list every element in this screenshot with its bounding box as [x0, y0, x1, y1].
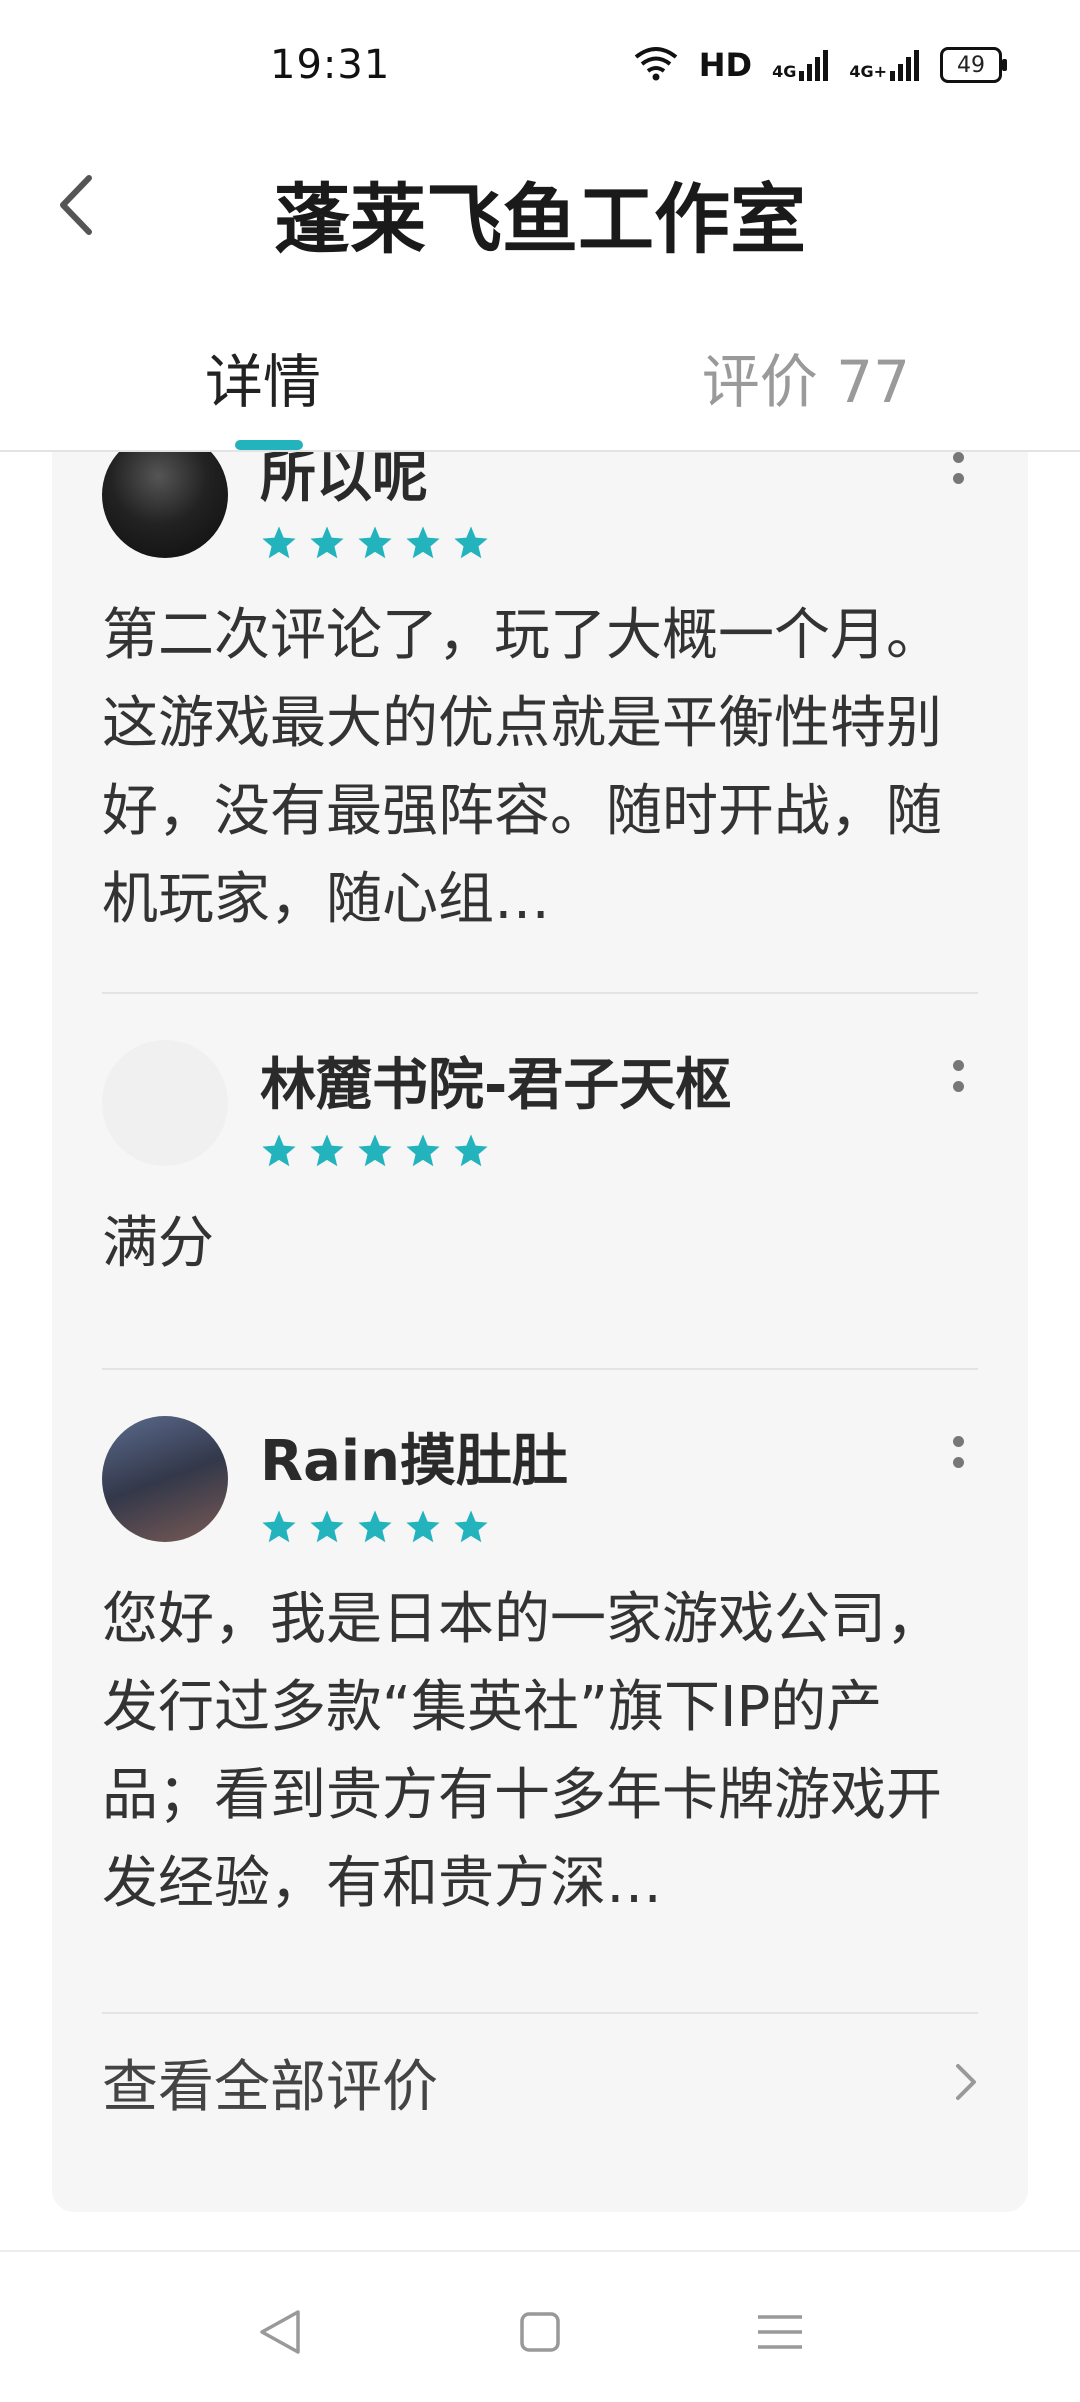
tab-bar: 详情 评价 77	[0, 300, 1080, 452]
nav-menu-button[interactable]	[750, 2302, 810, 2362]
status-icons: HD 4G 4G+ 49	[633, 40, 1007, 90]
home-square-icon	[520, 2312, 560, 2352]
chevron-right-icon	[956, 2064, 976, 2100]
battery-icon: 49	[940, 47, 1007, 83]
star-icon	[358, 1510, 392, 1543]
reviews-card: 所以呢 第二次评论了，玩了大概一个月。这游戏最大的优点就是平衡性特别好，没有最强…	[52, 452, 1028, 2212]
review-item: 林麓书院-君子天枢 满分	[102, 1040, 978, 1340]
star-icon	[454, 1510, 488, 1543]
star-icon	[358, 526, 392, 559]
divider	[102, 2012, 978, 2014]
avatar[interactable]	[102, 1040, 228, 1166]
more-dot-icon	[952, 1081, 964, 1092]
star-icon	[310, 1134, 344, 1167]
star-icon	[406, 1510, 440, 1543]
status-time: 19:31	[270, 42, 391, 88]
star-icon	[454, 1134, 488, 1167]
reviewer-name: 所以呢	[260, 452, 428, 510]
nav-back-button[interactable]	[250, 2302, 310, 2362]
star-icon	[262, 1134, 296, 1167]
header: 蓬莱飞鱼工作室	[0, 120, 1080, 300]
tab-reviews[interactable]: 评价 77	[702, 335, 910, 419]
see-all-label: 查看全部评价	[102, 2054, 438, 2120]
star-icon	[406, 1134, 440, 1167]
system-nav-bar	[0, 2250, 1080, 2402]
more-options-button[interactable]	[938, 1046, 978, 1106]
more-dot-icon	[952, 1457, 964, 1468]
avatar[interactable]	[102, 1416, 228, 1542]
avatar[interactable]	[102, 452, 228, 558]
star-icon	[454, 526, 488, 559]
reviewer-name: 林麓书院-君子天枢	[260, 1053, 732, 1118]
more-options-button[interactable]	[938, 1422, 978, 1482]
review-text[interactable]: 您好，我是日本的一家游戏公司，发行过多款“集英社”旗下IP的产品；看到贵方有十多…	[102, 1576, 978, 1928]
review-item: 所以呢 第二次评论了，玩了大概一个月。这游戏最大的优点就是平衡性特别好，没有最强…	[102, 452, 978, 972]
star-icon	[406, 526, 440, 559]
star-icon	[358, 1134, 392, 1167]
tab-details[interactable]: 详情	[205, 335, 321, 419]
more-options-button[interactable]	[938, 452, 978, 498]
back-triangle-icon	[260, 2310, 300, 2354]
more-dot-icon	[952, 473, 964, 484]
review-text[interactable]: 第二次评论了，玩了大概一个月。这游戏最大的优点就是平衡性特别好，没有最强阵容。随…	[102, 592, 978, 944]
star-rating	[260, 1132, 490, 1170]
star-icon	[262, 526, 296, 559]
divider	[102, 1368, 978, 1370]
signal-icon: 4G+	[849, 49, 920, 81]
star-rating	[260, 524, 490, 562]
star-icon	[262, 1510, 296, 1543]
nav-home-button[interactable]	[510, 2302, 570, 2362]
network-label: HD	[698, 46, 753, 84]
see-all-reviews-link[interactable]: 查看全部评价	[102, 2032, 978, 2132]
wifi-icon	[633, 45, 679, 85]
star-icon	[310, 526, 344, 559]
reviewer-name: Rain摸肚肚	[260, 1429, 568, 1494]
more-dot-icon	[952, 1436, 964, 1447]
divider	[102, 992, 978, 994]
star-icon	[310, 1510, 344, 1543]
star-rating	[260, 1508, 490, 1546]
review-text[interactable]: 满分	[102, 1200, 978, 1288]
reviews-scroll-area[interactable]: 所以呢 第二次评论了，玩了大概一个月。这游戏最大的优点就是平衡性特别好，没有最强…	[0, 452, 1080, 2212]
page-title: 蓬莱飞鱼工作室	[274, 175, 806, 264]
menu-lines-icon	[758, 2315, 802, 2349]
tab-indicator	[235, 440, 303, 450]
more-dot-icon	[952, 452, 964, 463]
status-bar: 19:31 HD 4G 4G+ 49	[0, 0, 1080, 120]
review-item: Rain摸肚肚 您好，我是日本的一家游戏公司，发行过多款“集英社”旗下IP的产品…	[102, 1416, 978, 1956]
more-dot-icon	[952, 1060, 964, 1071]
signal-icon: 4G	[772, 49, 829, 81]
